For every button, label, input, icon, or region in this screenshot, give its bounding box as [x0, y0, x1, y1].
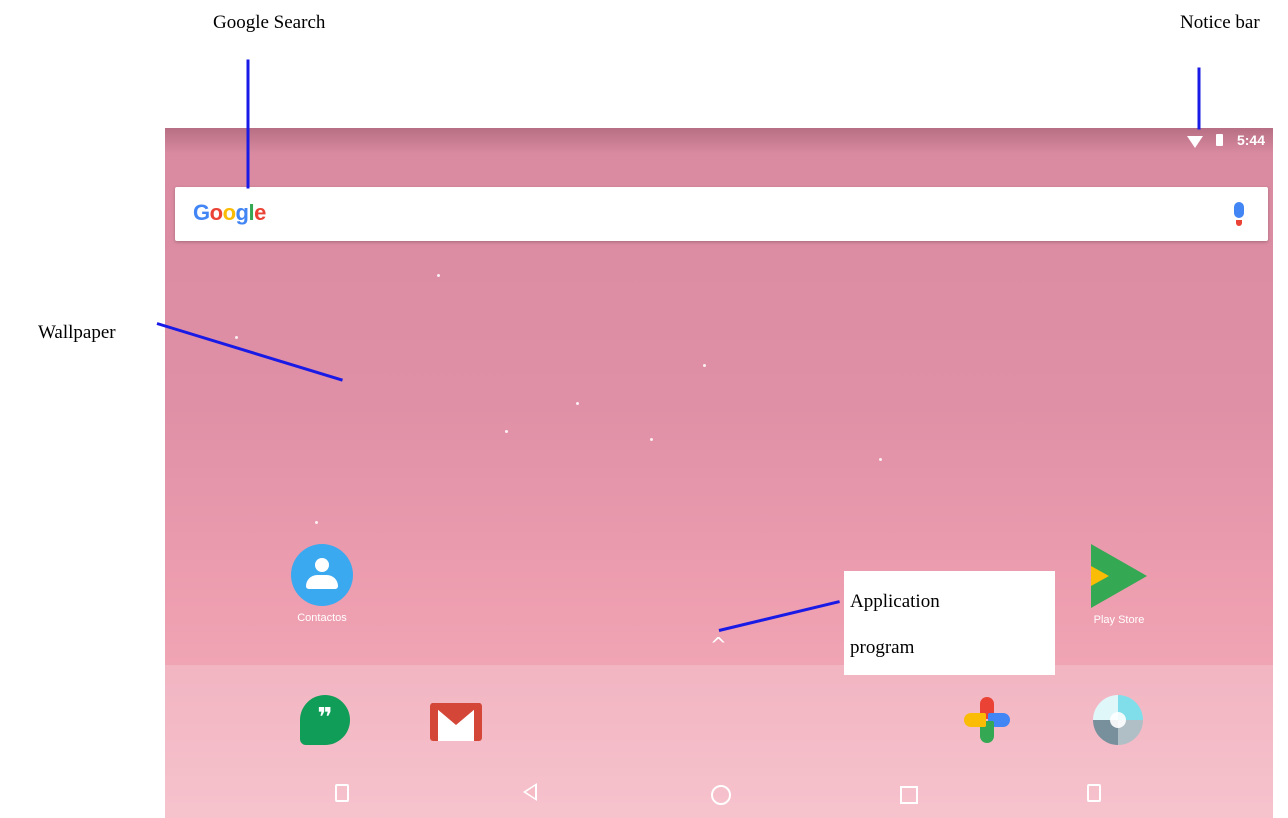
google-search-callout: Google Search	[213, 12, 326, 33]
photos-icon[interactable]	[962, 695, 1012, 745]
mic-icon[interactable]	[1234, 202, 1244, 226]
contacts-icon	[291, 544, 353, 606]
application-program-line1: Application	[850, 591, 940, 612]
google-logo: Google	[193, 200, 266, 225]
home-app-contacts[interactable]: Contactos	[272, 544, 372, 624]
back-icon[interactable]	[523, 783, 537, 801]
gmail-icon[interactable]	[430, 703, 482, 741]
device-screen: 5:44 Google Contactos Play Store ^ ❞	[165, 128, 1273, 818]
battery-icon	[1216, 134, 1223, 146]
volume-up-icon[interactable]	[1087, 784, 1101, 802]
notice-bar-pointer-line	[1197, 67, 1201, 130]
play-store-icon	[1091, 544, 1147, 608]
google-search-pointer-line	[246, 59, 250, 189]
application-program-line2: program	[850, 637, 915, 658]
home-app-play-store[interactable]: Play Store	[1069, 544, 1169, 626]
notice-bar-callout: Notice bar	[1180, 12, 1260, 33]
application-program-callout-box: Application program	[844, 571, 1055, 675]
camera-icon[interactable]	[1093, 695, 1143, 745]
app-drawer-arrow[interactable]: ^	[710, 633, 727, 657]
status-bar[interactable]: 5:44	[165, 128, 1273, 154]
recents-icon[interactable]	[900, 786, 918, 804]
app-label: Play Store	[1093, 614, 1145, 626]
wallpaper-callout: Wallpaper	[38, 322, 116, 343]
app-label: Contactos	[297, 612, 347, 624]
status-time: 5:44	[1236, 132, 1265, 148]
wifi-icon	[1187, 136, 1203, 148]
home-icon[interactable]	[711, 785, 731, 805]
hangouts-icon[interactable]: ❞	[300, 695, 350, 745]
google-search-bar[interactable]: Google	[175, 187, 1268, 241]
volume-down-icon[interactable]	[335, 784, 349, 802]
